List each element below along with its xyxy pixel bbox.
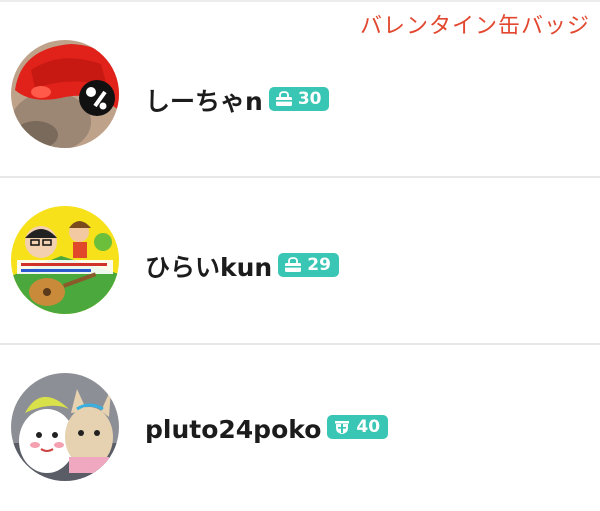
username[interactable]: ひらいkun 29 [145, 248, 339, 284]
user-row[interactable]: しーちゃn 30 [0, 12, 600, 177]
username[interactable]: しーちゃn 30 [145, 82, 330, 118]
badge-count: 40 [327, 415, 389, 439]
avatar[interactable] [11, 40, 119, 148]
avatar[interactable] [11, 206, 119, 314]
avatar[interactable] [11, 373, 119, 481]
badge-count: 29 [278, 253, 339, 277]
badge-number: 30 [297, 89, 322, 109]
crest-icon [333, 419, 351, 435]
badge-number: 40 [356, 417, 381, 437]
username[interactable]: pluto24poko 40 [145, 415, 389, 444]
user-row[interactable]: ひらいkun 29 [0, 178, 600, 343]
top-divider [0, 0, 600, 2]
bag-icon [284, 257, 302, 273]
user-row[interactable]: pluto24poko 40 [0, 345, 600, 510]
username-text: ひらいkun [145, 253, 273, 282]
bag-icon [275, 91, 293, 107]
badge-count: 30 [268, 87, 330, 111]
username-text: しーちゃn [145, 87, 263, 116]
badge-number: 29 [307, 255, 331, 275]
username-text: pluto24poko [145, 415, 322, 444]
